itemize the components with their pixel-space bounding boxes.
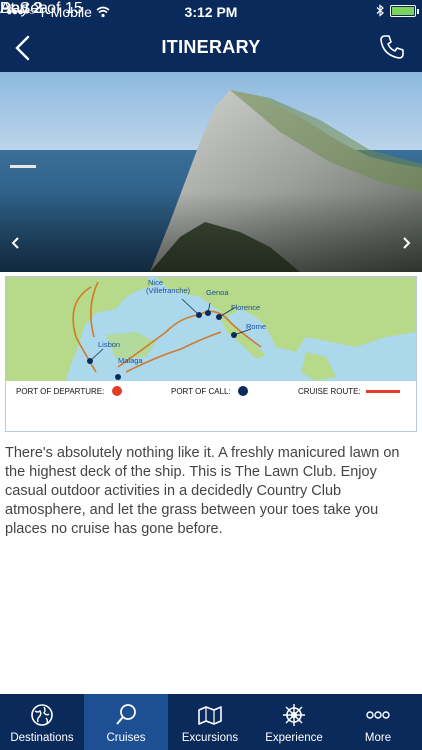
route-map: Nice (Villefranche) Genoa Florence Rome …: [5, 276, 417, 432]
city-label-malaga: Malaga: [118, 356, 143, 365]
itinerary-description: There's absolutely nothing like it. A fr…: [5, 445, 400, 537]
bluetooth-icon: [376, 4, 384, 17]
tab-bar: Destinations Cruises Excursions Experien…: [0, 694, 422, 750]
tab-experience[interactable]: Experience: [252, 694, 336, 750]
city-label-rome: Rome: [246, 322, 266, 331]
globe-icon: [31, 704, 53, 726]
previous-port-arrow[interactable]: [8, 235, 24, 251]
city-label-villefranche: (Villefranche): [146, 286, 191, 295]
legend-call: PORT OF CALL:: [171, 387, 231, 396]
page-title: ITINERARY: [161, 37, 261, 57]
tab-cruises[interactable]: Cruises: [84, 694, 168, 750]
search-icon: [116, 704, 136, 725]
legend-departure: PORT OF DEPARTURE:: [16, 387, 105, 396]
tab-destinations[interactable]: Destinations: [0, 694, 84, 750]
city-label-florence: Florence: [231, 303, 260, 312]
city-label-lisbon: Lisbon: [98, 340, 120, 349]
port-marker: [115, 374, 121, 380]
tab-label: Cruises: [106, 732, 146, 744]
port-marker: [205, 310, 211, 316]
battery-icon: [390, 4, 419, 17]
departure-marker-icon: [112, 386, 122, 396]
route-line-icon: [366, 390, 400, 393]
port-marker: [87, 358, 93, 364]
port-marker: [216, 314, 222, 320]
rock-photo: [0, 72, 422, 272]
tab-excursions[interactable]: Excursions: [168, 694, 252, 750]
city-label-genoa: Genoa: [206, 288, 229, 297]
tab-label: Excursions: [181, 732, 239, 744]
tab-more[interactable]: More: [336, 694, 420, 750]
map-graphic: Nice (Villefranche) Genoa Florence Rome …: [6, 277, 416, 381]
legend-route: CRUISE ROUTE:: [298, 387, 361, 396]
tab-label: More: [364, 732, 392, 744]
tab-label: Destinations: [10, 732, 74, 744]
hero-image: [0, 72, 422, 272]
tab-label: Experience: [265, 732, 323, 744]
next-port-arrow[interactable]: [398, 235, 414, 251]
status-right: [376, 4, 419, 17]
map-icon: [198, 706, 222, 725]
port-counter: Port 2 of 15: [0, 0, 83, 17]
nav-bar: ITINERARY: [0, 24, 422, 72]
map-legend: PORT OF DEPARTURE: PORT OF CALL: CRUISE …: [6, 383, 416, 403]
port-marker: [231, 332, 237, 338]
call-marker-icon: [238, 386, 248, 396]
ship-wheel-icon: [283, 704, 305, 726]
more-icon: [366, 711, 390, 719]
phone-button[interactable]: [378, 33, 406, 61]
port-marker: [196, 312, 202, 318]
